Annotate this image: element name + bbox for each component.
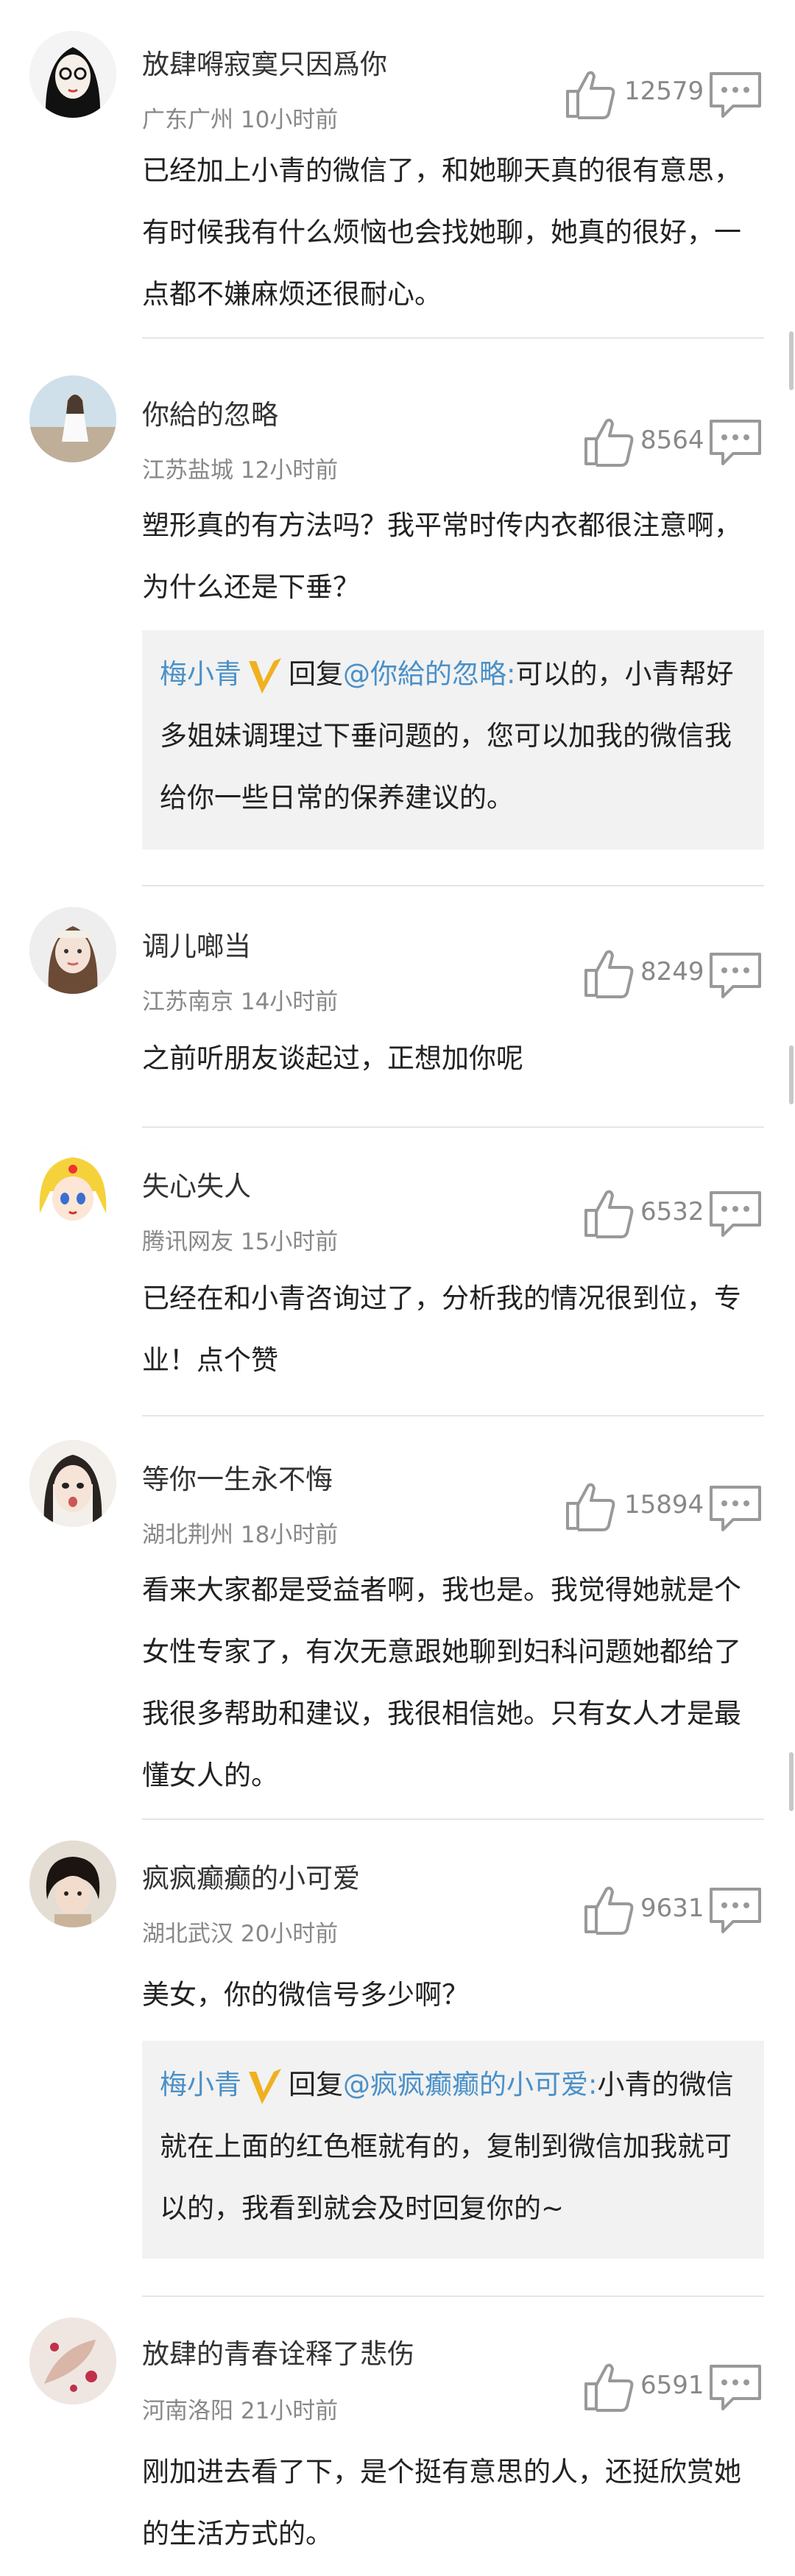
thumbs-up-icon[interactable] [563, 66, 618, 121]
thumbs-up-icon[interactable] [582, 1185, 636, 1240]
comment-bubble-icon[interactable] [707, 2360, 764, 2415]
avatar[interactable] [29, 2318, 116, 2404]
thumbs-up-icon[interactable] [563, 1478, 618, 1533]
avatar[interactable] [29, 1841, 116, 1927]
comment-bubble-icon[interactable] [707, 1883, 764, 1938]
like-count: 9631 [640, 1894, 704, 1923]
comment-meta: 腾讯网友 15小时前 [142, 1229, 339, 1255]
avatar[interactable] [29, 375, 116, 462]
divider [142, 2296, 764, 2297]
comment-meta: 广东广州 10小时前 [142, 107, 339, 133]
like-count: 15894 [624, 1490, 704, 1520]
comment-meta: 湖北荆州 18小时前 [142, 1522, 339, 1548]
comment-text: 看来大家都是受益者啊，我也是。我觉得她就是个女性专家了，有次无意跟她聊到妇科问题… [142, 1574, 741, 1791]
divider [142, 1415, 764, 1416]
comment-meta: 江苏南京 14小时前 [142, 989, 339, 1015]
comment-author[interactable]: 放肆嘚寂寞只因爲你 [142, 49, 387, 81]
thumbs-up-icon[interactable] [582, 414, 636, 468]
reply-author[interactable]: 梅小青 [160, 658, 241, 690]
comment-text: 之前听朋友谈起过，正想加你呢 [142, 1042, 523, 1074]
like-count: 6532 [640, 1197, 704, 1227]
avatar[interactable] [29, 1147, 116, 1234]
comment-text: 美女，你的微信号多少啊？ [142, 1979, 469, 2011]
reply-box: 梅小青 回复@你給的忽略:可以的，小青帮好 多姐妹调理过下垂问题的，您可以加我的微… [142, 630, 764, 850]
comment-author[interactable]: 等你一生永不悔 [142, 1464, 333, 1496]
divider [142, 1818, 764, 1820]
comment-bubble-icon[interactable] [707, 1481, 764, 1536]
comment-bubble-icon[interactable] [707, 948, 764, 1003]
thumbs-up-icon[interactable] [582, 1882, 636, 1936]
reply-text: 梅小青 回复@疯疯癫癫的小可爱:小青的微信就在上面的红色框就有的，复制到微信加我就… [160, 2054, 749, 2240]
avatar[interactable] [29, 1440, 116, 1527]
scrollbar[interactable] [789, 1752, 794, 1811]
comment-bubble-icon[interactable] [707, 1187, 764, 1241]
reply-mention[interactable]: @你給的忽略: [343, 658, 515, 690]
comment-meta: 河南洛阳 21小时前 [142, 2398, 339, 2424]
comment-text: 塑形真的有方法吗？我平常时传内衣都很注意啊，为什么还是下垂？ [142, 509, 741, 603]
verified-v-icon [244, 655, 286, 696]
divider [142, 885, 764, 886]
divider [142, 1126, 764, 1128]
comment-author[interactable]: 疯疯癫癫的小可爱 [142, 1863, 360, 1895]
reply-text: 梅小青 回复@你給的忽略:可以的，小青帮好 多姐妹调理过下垂问题的，您可以加我的微… [160, 643, 749, 829]
comment-author[interactable]: 放肆的青春诠释了悲伤 [142, 2338, 414, 2371]
like-count: 8249 [640, 957, 704, 987]
reply-box: 梅小青 回复@疯疯癫癫的小可爱:小青的微信就在上面的红色框就有的，复制到微信加我就… [142, 2041, 764, 2259]
like-count: 8564 [640, 426, 704, 455]
scrollbar[interactable] [789, 331, 794, 390]
like-count: 6591 [640, 2371, 704, 2400]
divider [142, 337, 764, 339]
comment-author[interactable]: 调儿啷当 [142, 931, 251, 963]
reply-mention[interactable]: @疯疯癫癫的小可爱: [343, 2069, 597, 2100]
avatar[interactable] [29, 31, 116, 118]
comment-text: 已经加上小青的微信了，和她聊天真的很有意思，有时候我有什么烦恼也会找她聊，她真的… [142, 155, 741, 310]
comment-text: 已经在和小青咨询过了，分析我的情况很到位，专业！点个赞 [142, 1282, 741, 1376]
avatar[interactable] [29, 907, 116, 994]
like-count: 12579 [624, 77, 704, 106]
comment-meta: 湖北武汉 20小时前 [142, 1921, 339, 1947]
scrollbar[interactable] [789, 1045, 794, 1104]
comment-author[interactable]: 失心失人 [142, 1171, 251, 1203]
comment-text: 刚加进去看了下，是个挺有意思的人，还挺欣赏她的生活方式的。 [142, 2456, 741, 2549]
comment-bubble-icon[interactable] [707, 68, 764, 122]
reply-author[interactable]: 梅小青 [160, 2069, 241, 2100]
thumbs-up-icon[interactable] [582, 2359, 636, 2413]
comment-bubble-icon[interactable] [707, 415, 764, 470]
verified-v-icon [244, 2066, 286, 2107]
thumbs-up-icon[interactable] [582, 945, 636, 1000]
comment-meta: 江苏盐城 12小时前 [142, 457, 339, 484]
comment-author[interactable]: 你給的忽略 [142, 399, 278, 431]
